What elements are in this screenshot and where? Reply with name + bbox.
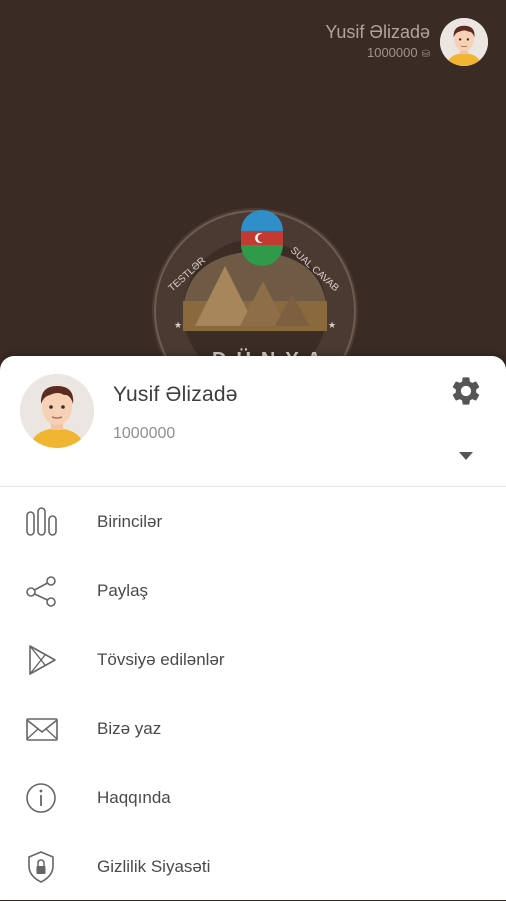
menu-item-leaders[interactable]: Birincilər [0,487,506,556]
menu-item-recommended[interactable]: Tövsiyə edilənlər [0,625,506,694]
menu-item-privacy[interactable]: Gizlilik Siyasəti [0,832,506,901]
header-avatar[interactable] [440,18,488,66]
drawer-menu: Birincilər Paylaş Tövsiyə edilənlər Bizə… [0,487,506,901]
menu-item-about[interactable]: Haqqında [0,763,506,832]
privacy-shield-icon [24,850,60,884]
menu-item-label: Haqqında [97,788,171,807]
logo-star-left-icon: ★ [174,320,182,330]
header-coin-balance: 1000000 ⛁ [325,45,430,63]
info-icon [24,781,60,815]
mail-icon [24,712,60,746]
header-user-name: Yusif Əlizadə [325,22,430,42]
menu-item-contact[interactable]: Bizə yaz [0,694,506,763]
logo-star-right-icon: ★ [328,320,336,330]
profile-header: Yusif Əlizadə 1000000 [0,356,506,487]
profile-avatar[interactable] [20,374,94,448]
app-logo: TESTLƏR SUAL CAVAB DÜNYA ★ ★ [150,206,360,414]
settings-gear-icon[interactable] [449,374,483,408]
menu-item-label: Bizə yaz [97,719,162,738]
header-coin-value: 1000000 [366,45,418,60]
profile-coin-balance: 1000000 [113,425,176,442]
dropdown-arrow-icon[interactable] [458,448,474,464]
header-user-info: Yusif Əlizadə 1000000 ⛁ [325,21,430,63]
menu-item-share[interactable]: Paylaş [0,556,506,625]
menu-item-label: Paylaş [97,581,149,600]
menu-item-label: Gizlilik Siyasəti [97,857,211,876]
avatar-illustration-icon [20,374,94,448]
play-store-icon [24,643,60,677]
leaderboard-icon [24,505,60,539]
menu-item-label: Birincilər [97,512,163,531]
coin-icon: ⛁ [421,49,430,60]
profile-bottom-sheet: Yusif Əlizadə 1000000 Birincilər Paylaş … [0,356,506,900]
header-user[interactable]: Yusif Əlizadə 1000000 ⛁ [325,18,488,66]
avatar-illustration-icon [440,18,488,66]
profile-name: Yusif Əlizadə [113,383,238,406]
menu-item-label: Tövsiyə edilənlər [97,650,225,669]
share-icon [24,574,60,608]
